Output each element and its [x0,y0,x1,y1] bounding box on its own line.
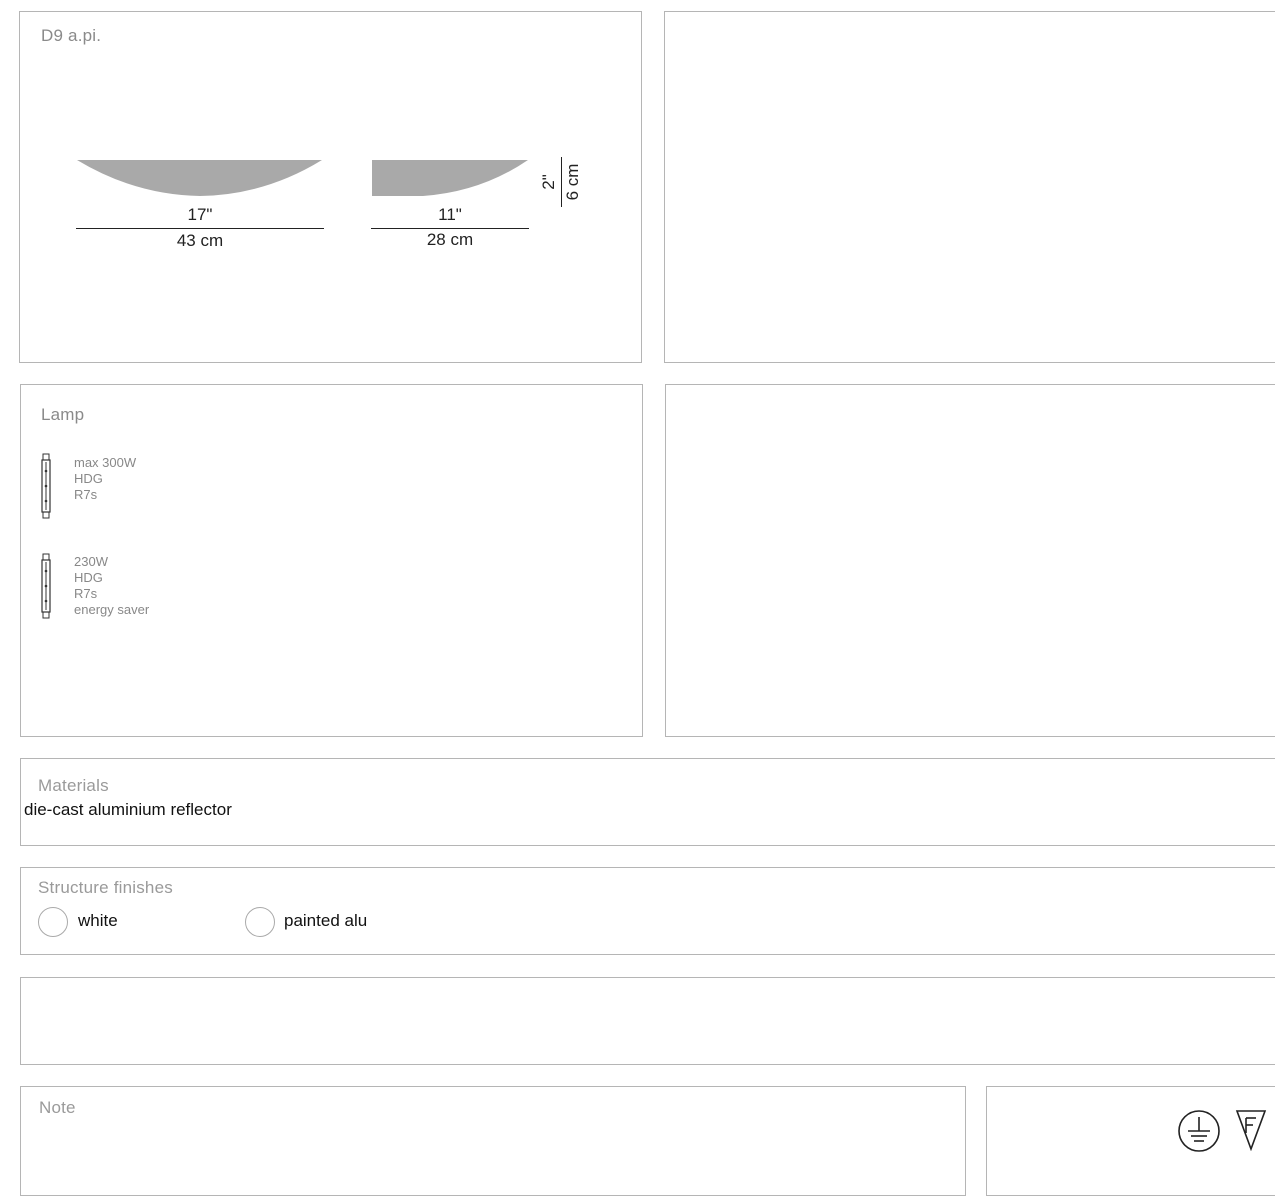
height-cm: 6 cm [563,163,582,201]
product-title: D9 a.pi. [41,26,102,45]
large-shade-drawing [77,160,322,196]
product-drawing-panel: D9 a.pi. 17" 43 cm 11" 28 cm 2" 6 cm [19,11,642,363]
small-dimension-line [371,228,529,229]
small-shade-drawing [372,160,528,196]
symbols-panel [986,1086,1275,1196]
finish-white-radio[interactable] [38,907,68,937]
finish-painted-alu-radio[interactable] [245,907,275,937]
lamp-panel: Lamp max 300W HDG R7s 230W HDG R7s energ… [20,384,643,737]
halogen-tube-icon [41,553,51,619]
note-title: Note [39,1098,76,1117]
small-width-inches: 11" [438,205,462,224]
finishes-title: Structure finishes [38,878,173,897]
finishes-panel: Structure finishes white painted alu [20,867,1275,955]
materials-value: die-cast aluminium reflector [24,800,232,819]
height-dimension-line [561,157,562,207]
small-width-cm: 28 cm [426,230,474,249]
blank-panel [20,977,1275,1065]
height-dimension: 2" 6 cm [530,157,590,207]
lamp-title: Lamp [41,405,85,424]
halogen-tube-icon [41,453,51,519]
image-panel-middle [665,384,1275,737]
large-width-inches: 17" [187,205,213,224]
materials-panel: Materials die-cast aluminium reflector [20,758,1275,846]
lamp-option-2-text: 230W HDG R7s energy saver [74,554,150,617]
large-width-cm: 43 cm [176,231,224,250]
ground-symbol-icon [1178,1110,1220,1152]
finish-white-label: white [78,911,118,930]
image-panel-top [664,11,1275,363]
f-mark-icon [1235,1110,1267,1151]
height-inches: 2" [539,174,558,190]
materials-title: Materials [38,776,109,795]
lamp-option-1-text: max 300W HDG R7s [74,455,137,502]
large-dimension-line [76,228,324,229]
finish-painted-alu-label: painted alu [284,911,368,930]
note-panel: Note [20,1086,966,1196]
